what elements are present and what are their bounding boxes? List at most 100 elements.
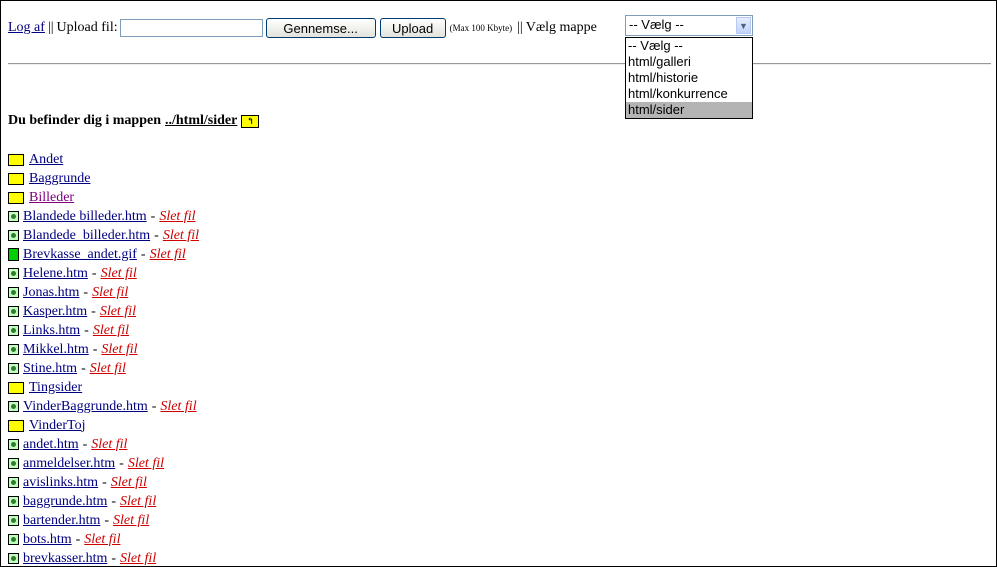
delete-file-link[interactable]: Slet fil (128, 456, 164, 472)
folder-link[interactable]: Andet (29, 152, 63, 168)
file-link[interactable]: Mikkel.htm (23, 342, 89, 358)
html-file-icon (8, 230, 19, 241)
file-link[interactable]: bartender.htm (23, 513, 100, 529)
delete-file-link[interactable]: Slet fil (101, 342, 137, 358)
file-row: baggrunde.htm - Slet fil (8, 492, 199, 511)
current-path-link[interactable]: ../html/sider (165, 113, 237, 129)
file-link[interactable]: VinderBaggrunde.htm (23, 399, 148, 415)
html-file-icon (8, 344, 19, 355)
file-row: Brevkasse_andet.gif - Slet fil (8, 245, 199, 264)
file-link[interactable]: bots.htm (23, 532, 72, 548)
dash-separator: - (111, 493, 117, 509)
html-file-icon (8, 477, 19, 488)
delete-file-link[interactable]: Slet fil (93, 323, 129, 339)
folder-row: VinderToj (8, 416, 199, 435)
dash-separator: - (91, 265, 97, 281)
file-link[interactable]: Blandede_billeder.htm (23, 228, 150, 244)
folder-option[interactable]: -- Vælg -- (626, 38, 752, 54)
file-link[interactable]: Jonas.htm (23, 285, 79, 301)
logout-link[interactable]: Log af (8, 20, 45, 36)
file-row: Helene.htm - Slet fil (8, 264, 199, 283)
delete-file-link[interactable]: Slet fil (90, 361, 126, 377)
delete-file-link[interactable]: Slet fil (100, 304, 136, 320)
dash-separator: - (84, 322, 89, 338)
upload-button[interactable]: Upload (379, 18, 446, 38)
file-row: Mikkel.htm - Slet fil (8, 340, 199, 359)
file-row: VinderBaggrunde.htm - Slet fil (8, 397, 199, 416)
html-file-icon (8, 287, 19, 298)
delete-file-link[interactable]: Slet fil (111, 475, 147, 491)
file-link[interactable]: baggrunde.htm (23, 494, 107, 510)
file-link[interactable]: Links.htm (23, 323, 80, 339)
folder-select[interactable]: -- Vælg -- ▼ (625, 15, 753, 36)
dash-separator: - (102, 474, 107, 490)
top-toolbar: Log af || Upload fil: Gennemse... Upload… (8, 17, 597, 39)
folder-icon (8, 419, 24, 432)
file-link[interactable]: Kasper.htm (23, 304, 87, 320)
folder-row: Billeder (8, 188, 199, 207)
folder-up-icon[interactable]: ↰ (241, 114, 260, 128)
dash-separator: - (81, 360, 86, 376)
delete-file-link[interactable]: Slet fil (120, 551, 156, 567)
folder-select-value: -- Vælg -- (629, 17, 684, 32)
file-link[interactable]: brevkasser.htm (23, 551, 107, 567)
dash-separator: - (75, 531, 81, 547)
html-file-icon (8, 306, 19, 317)
dash-separator: - (91, 303, 96, 319)
folder-option[interactable]: html/historie (626, 70, 752, 86)
folder-row: Andet (8, 150, 199, 169)
delete-file-link[interactable]: Slet fil (91, 437, 127, 453)
browse-button[interactable]: Gennemse... (265, 18, 376, 38)
file-path-input[interactable] (119, 19, 263, 37)
dash-separator: - (92, 341, 98, 357)
max-size-note: (Max 100 Kbyte) (449, 23, 513, 33)
delete-file-link[interactable]: Slet fil (84, 532, 120, 548)
folder-option[interactable]: html/galleri (626, 54, 752, 70)
delete-file-link[interactable]: Slet fil (159, 209, 195, 225)
folder-row: Tingsider (8, 378, 199, 397)
html-file-icon (8, 439, 19, 450)
file-row: brevkasser.htm - Slet fil (8, 549, 199, 567)
delete-file-link[interactable]: Slet fil (160, 399, 196, 415)
delete-file-link[interactable]: Slet fil (101, 266, 137, 282)
delete-file-link[interactable]: Slet fil (120, 494, 156, 510)
folder-row: Baggrunde (8, 169, 199, 188)
file-link[interactable]: Helene.htm (23, 266, 88, 282)
choose-folder-label: Vælg mappe (525, 20, 597, 35)
file-link[interactable]: Brevkasse_andet.gif (23, 247, 137, 263)
delete-file-link[interactable]: Slet fil (92, 285, 128, 301)
html-file-icon (8, 401, 19, 412)
divider (8, 63, 991, 65)
folder-link[interactable]: VinderToj (29, 418, 86, 434)
folder-link[interactable]: Baggrunde (29, 171, 90, 187)
folder-link[interactable]: Tingsider (29, 380, 82, 396)
html-file-icon (8, 325, 19, 336)
delete-file-link[interactable]: Slet fil (163, 228, 199, 244)
folder-icon (8, 191, 24, 204)
chevron-down-icon[interactable]: ▼ (736, 17, 751, 34)
dash-separator: - (119, 455, 124, 471)
folder-option[interactable]: html/sider (626, 102, 752, 118)
file-link[interactable]: andet.htm (23, 437, 79, 453)
file-row: Blandede_billeder.htm - Slet fil (8, 226, 199, 245)
file-row: Jonas.htm - Slet fil (8, 283, 199, 302)
html-file-icon (8, 496, 19, 507)
html-file-icon (8, 268, 19, 279)
file-row: Blandede billeder.htm - Slet fil (8, 207, 199, 226)
html-file-icon (8, 363, 19, 374)
folder-link[interactable]: Billeder (29, 190, 74, 206)
delete-file-link[interactable]: Slet fil (113, 513, 149, 529)
file-link[interactable]: avislinks.htm (23, 475, 98, 491)
file-row: anmeldelser.htm - Slet fil (8, 454, 199, 473)
html-file-icon (8, 515, 19, 526)
html-file-icon (8, 211, 19, 222)
file-link[interactable]: anmeldelser.htm (23, 456, 115, 472)
delete-file-link[interactable]: Slet fil (150, 247, 186, 263)
dash-separator: - (83, 284, 89, 300)
file-link[interactable]: Stine.htm (23, 361, 77, 377)
file-link[interactable]: Blandede billeder.htm (23, 209, 147, 225)
file-row: bartender.htm - Slet fil (8, 511, 199, 530)
location-prefix: Du befinder dig i mappen (8, 113, 161, 128)
folder-option[interactable]: html/konkurrence (626, 86, 752, 102)
dash-separator: - (82, 436, 88, 452)
